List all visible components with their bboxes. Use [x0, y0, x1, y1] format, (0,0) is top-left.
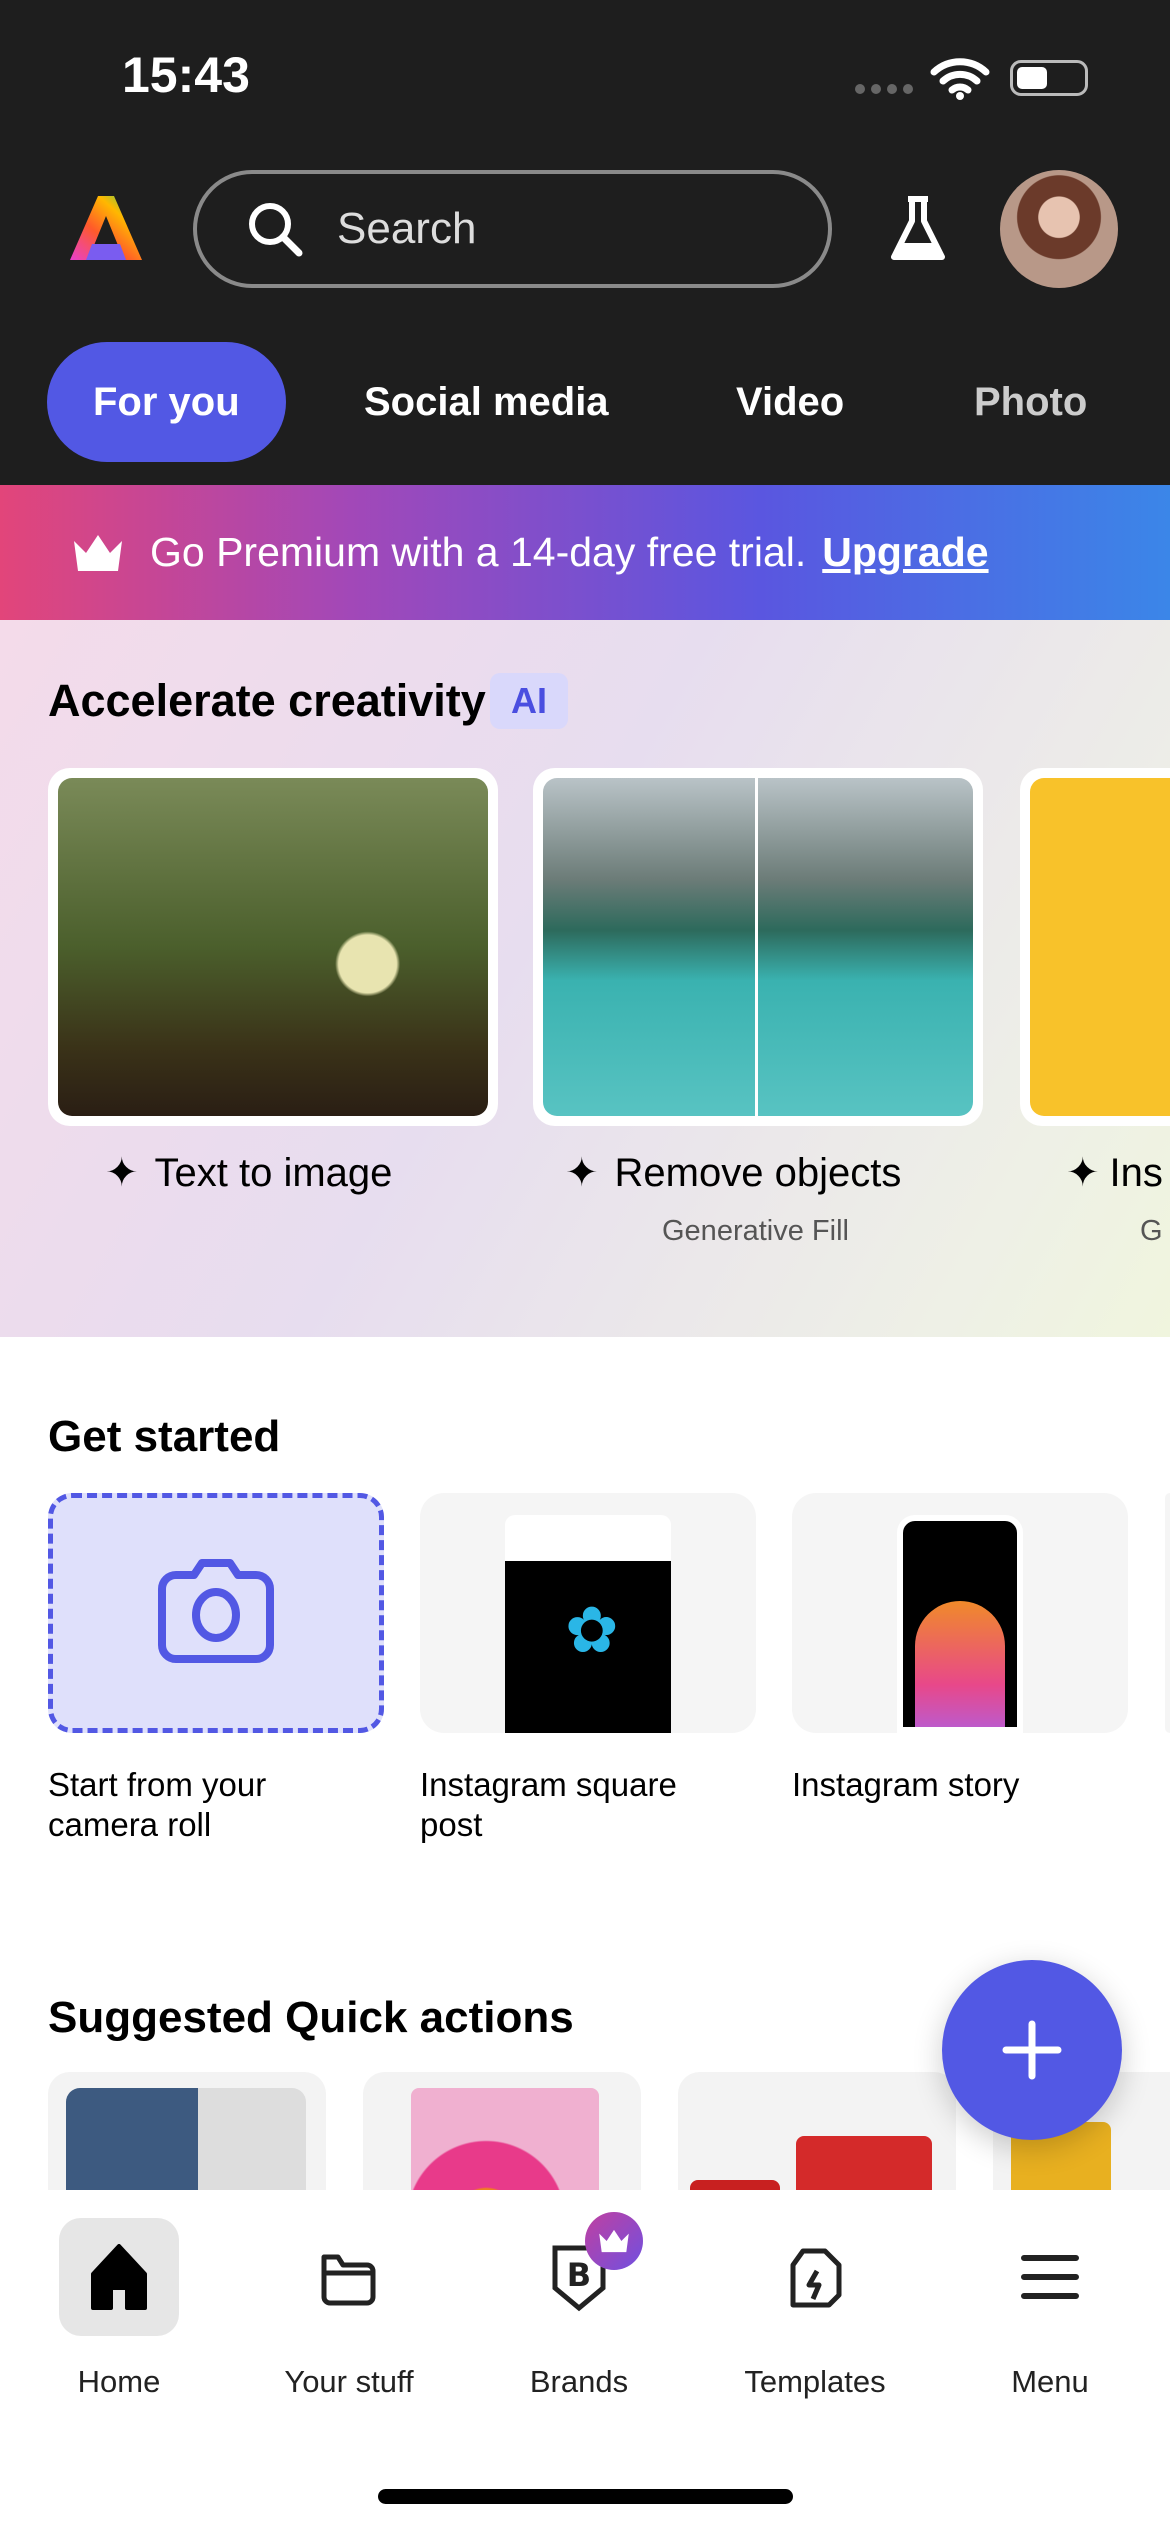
nav-brands[interactable]: B Brands [479, 2212, 679, 2400]
tab-label: Social media [364, 379, 609, 424]
sparkle-icon: ✦ [105, 1151, 139, 1195]
nav-label: Templates [744, 2364, 886, 2399]
upgrade-link[interactable]: Upgrade [822, 529, 988, 576]
nav-label: Your stuff [284, 2364, 414, 2399]
folder-icon [321, 2254, 376, 2306]
user-avatar[interactable] [1000, 170, 1118, 288]
premium-crown-badge [585, 2212, 643, 2270]
section-title: Suggested Quick actions [48, 1993, 574, 2042]
adobe-express-logo[interactable] [68, 190, 144, 266]
nav-label: Menu [1011, 2364, 1089, 2399]
card-sublabel: Generative Fill [662, 1215, 849, 1247]
search-placeholder: Search [337, 204, 477, 253]
labs-flask-icon[interactable] [888, 195, 948, 265]
cellular-signal-icon [855, 84, 915, 94]
home-indicator[interactable] [378, 2489, 793, 2504]
more-tile[interactable] [1165, 1493, 1170, 1733]
tile-label: Instagram square post [420, 1766, 677, 1843]
instagram-square-tile[interactable]: ✿ [420, 1493, 756, 1733]
sparkle-icon: ✦ [1066, 1151, 1100, 1195]
camera-icon [158, 1559, 274, 1663]
card-label: ✦ Text to image [105, 1150, 393, 1196]
ai-badge: AI [490, 673, 568, 729]
card-image [58, 778, 488, 1116]
tab-for-you[interactable]: For you [47, 342, 286, 462]
search-icon [249, 203, 303, 257]
card-image [543, 778, 973, 1116]
remove-objects-card[interactable] [533, 768, 983, 1126]
nav-templates[interactable]: Templates [715, 2218, 915, 2400]
text-to-image-card[interactable] [48, 768, 498, 1126]
section-title: Accelerate creativity [48, 675, 486, 726]
flower-icon: ✿ [565, 1594, 619, 1666]
instagram-story-tile[interactable] [792, 1493, 1128, 1733]
card-label: ✦ Ins [1066, 1150, 1163, 1196]
tab-photo[interactable]: Photo [928, 342, 1133, 462]
nav-home[interactable]: Home [19, 2218, 219, 2400]
tab-social-media[interactable]: Social media [318, 342, 655, 462]
create-button[interactable] [942, 1960, 1122, 2140]
plus-icon [1002, 2020, 1062, 2080]
hamburger-menu-icon [1021, 2255, 1079, 2299]
tile-label: Instagram story [792, 1766, 1020, 1803]
templates-icon [790, 2248, 842, 2308]
banner-text: Go Premium with a 14-day free trial. [150, 529, 807, 575]
wifi-icon [930, 58, 990, 100]
third-ai-card[interactable] [1020, 768, 1170, 1126]
nav-your-stuff[interactable]: Your stuff [249, 2218, 449, 2400]
card-image [1030, 778, 1170, 1116]
nav-menu[interactable]: Menu [950, 2218, 1150, 2400]
svg-text:B: B [567, 2256, 591, 2294]
card-sublabel: G [1140, 1215, 1163, 1247]
tab-video[interactable]: Video [690, 342, 890, 462]
nav-label: Home [77, 2364, 161, 2399]
status-time: 15:43 [122, 47, 250, 103]
search-input[interactable]: Search [193, 170, 832, 288]
premium-banner[interactable]: Go Premium with a 14-day free trial. Upg… [0, 485, 1170, 620]
camera-roll-tile[interactable] [48, 1493, 384, 1733]
home-icon [91, 2244, 147, 2310]
nav-label: Brands [529, 2364, 629, 2399]
crown-icon [599, 2229, 629, 2253]
card-label: ✦ Remove objects [565, 1150, 902, 1196]
tile-label: Start from your camera roll [48, 1766, 267, 1843]
sparkle-icon: ✦ [565, 1151, 599, 1195]
crown-icon [74, 534, 122, 571]
section-title: Get started [48, 1412, 281, 1461]
battery-icon [1010, 60, 1088, 96]
